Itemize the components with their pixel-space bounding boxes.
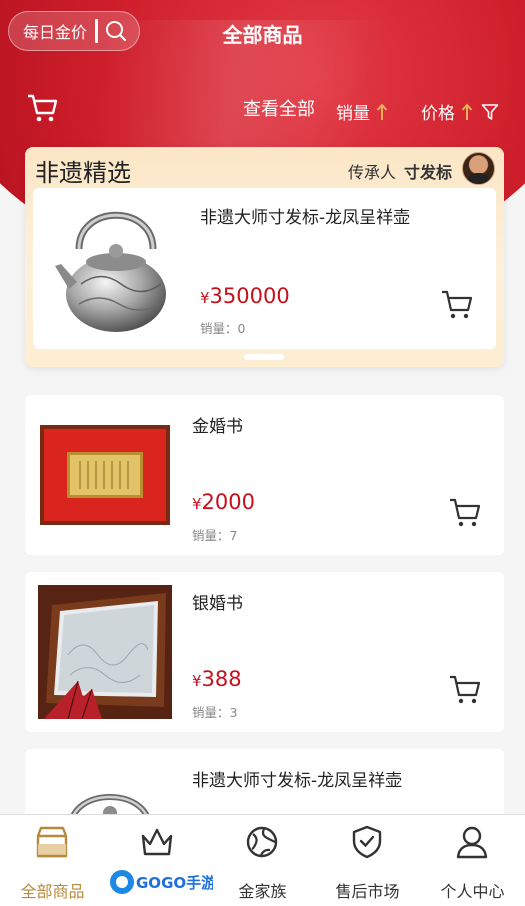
sort-by-price[interactable]: 价格 — [421, 99, 499, 124]
sort-price-label: 价格 — [421, 104, 455, 124]
view-all-link[interactable]: 查看全部 — [243, 95, 315, 121]
inheritor-name: 寸发标 — [403, 163, 452, 182]
tab-all-products[interactable]: 全部商品 — [0, 815, 105, 906]
tab-profile[interactable]: 个人中心 — [420, 815, 525, 906]
product-sales: 销量：0 — [200, 321, 246, 336]
featured-title: 非遗精选 — [35, 159, 131, 187]
avatar[interactable] — [462, 152, 495, 185]
arrow-up-icon — [461, 103, 473, 120]
tab-label: 金家族 — [238, 882, 287, 901]
product-sales: 销量：7 — [192, 528, 238, 543]
page: 每日金价 全部商品 查看全部 销量 价格 非遗精选 传承人 寸发标 非遗大师寸发… — [0, 0, 525, 906]
add-to-cart-icon[interactable] — [448, 674, 482, 706]
arrow-up-icon — [376, 103, 388, 120]
add-to-cart-icon[interactable] — [448, 497, 482, 529]
bottom-tab-bar: 全部商品 金家族 售后市场 个人中心 — [0, 814, 525, 906]
globe-icon — [246, 826, 278, 858]
product-price: ¥388 — [192, 667, 242, 691]
tab-gold-family[interactable]: 金家族 — [210, 815, 315, 906]
product-name: 金婚书 — [192, 417, 243, 437]
svg-text:GOGO手游网: GOGO手游网 — [136, 874, 213, 892]
inheritor-info[interactable]: 传承人 寸发标 — [348, 159, 452, 183]
product-price: ¥2000 — [192, 490, 255, 514]
featured-product-card[interactable]: 非遗大师寸发标-龙凤呈祥壶 ¥350000 销量：0 — [33, 188, 496, 349]
product-name: 非遗大师寸发标-龙凤呈祥壶 — [192, 771, 403, 791]
list-item[interactable]: 银婚书 ¥388 销量：3 — [25, 572, 504, 732]
tab-label: 全部商品 — [20, 882, 85, 901]
page-title: 全部商品 — [222, 23, 303, 47]
crown-icon — [141, 828, 173, 856]
user-icon — [456, 826, 488, 859]
watermark-logo: GOGO手游网 — [110, 870, 213, 894]
add-to-cart-icon[interactable] — [440, 289, 474, 321]
sort-sales-label: 销量 — [336, 104, 370, 124]
product-name: 银婚书 — [192, 594, 243, 614]
gold-certificate-image — [40, 425, 170, 525]
tab-after-sales[interactable]: 售后市场 — [315, 815, 420, 906]
filter-icon[interactable] — [481, 103, 499, 121]
shield-check-icon — [352, 825, 382, 859]
shop-icon — [36, 826, 68, 858]
teapot-image — [55, 211, 166, 332]
list-item[interactable]: 金婚书 ¥2000 销量：7 — [25, 395, 504, 555]
product-name: 非遗大师寸发标-龙凤呈祥壶 — [200, 208, 411, 228]
featured-section: 非遗精选 传承人 寸发标 非遗大师寸发标-龙凤呈祥壶 ¥350000 销量：0 — [25, 147, 504, 367]
sort-by-sales[interactable]: 销量 — [336, 99, 388, 124]
cart-icon[interactable] — [26, 92, 58, 124]
tab-label: 个人中心 — [440, 882, 505, 901]
product-price: ¥350000 — [200, 284, 290, 308]
silver-certificate-image — [38, 585, 172, 719]
tab-label: 售后市场 — [335, 882, 400, 901]
inheritor-label: 传承人 — [347, 163, 396, 182]
carousel-indicator — [244, 354, 284, 360]
product-sales: 销量：3 — [192, 705, 238, 720]
